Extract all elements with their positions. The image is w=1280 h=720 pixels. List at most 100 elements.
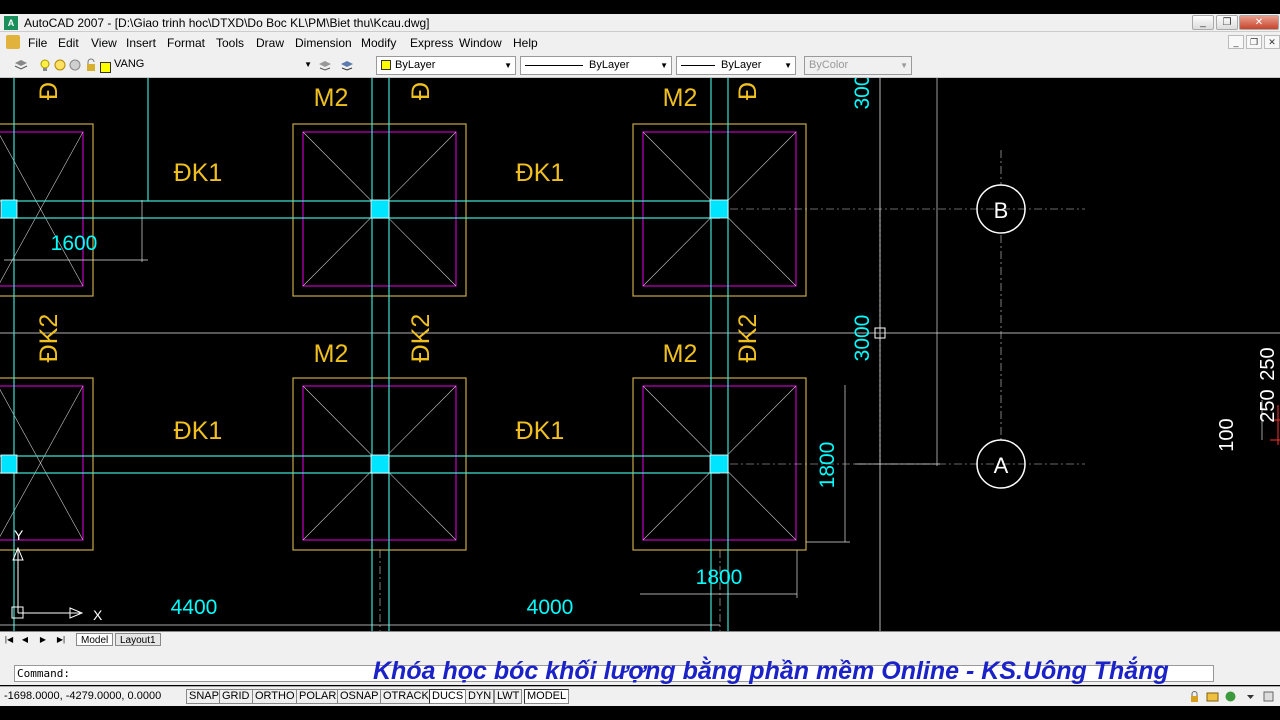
menu-help[interactable]: Help [513,36,538,50]
coordinate-readout: -1698.0000, -4279.0000, 0.0000 [4,690,162,702]
label-m2: M2 [314,340,349,368]
lineweight-value: ByLayer [721,59,762,71]
properties-toolbar: VANG ▼ ByLayer ▼ ByLayer ▼ ByLayer ▼ ByC… [0,53,1280,78]
label-dk2: ĐK2 [35,314,63,363]
menu-insert[interactable]: Insert [126,36,156,50]
layer-previous-icon[interactable] [340,58,354,72]
layer-viewport-icon[interactable] [68,58,82,72]
chevron-down-icon: ▼ [900,61,908,70]
layer-dropdown[interactable]: VANG ▼ [110,56,314,75]
label-d: Đ [35,82,63,100]
label-dk1: ĐK1 [516,159,565,187]
menu-view[interactable]: View [91,36,117,50]
linetype-dropdown[interactable]: ByLayer ▼ [520,56,672,75]
color-value: ByLayer [395,59,436,71]
menu-modify[interactable]: Modify [361,36,396,50]
toggle-otrack[interactable]: OTRACK [380,689,432,704]
label-dk2: ĐK2 [407,314,435,363]
chevron-down-icon: ▼ [784,61,792,70]
menu-bar: File Edit View Insert Format Tools Draw … [0,32,1280,53]
dim-4400: 4400 [171,596,218,619]
menu-format[interactable]: Format [167,36,205,50]
layer-manager-icon[interactable] [14,58,28,72]
layer-name: VANG [114,58,145,70]
toggle-grid[interactable]: GRID [219,689,253,704]
next-tab-button[interactable]: ▶ [38,634,48,645]
member-labels: M2 M2 M2 M2 ĐK1 ĐK1 ĐK1 ĐK1 ĐK2 ĐK2 ĐK2 … [35,82,762,445]
layout-tab-bar: |◀ ◀ ▶ ▶| Model Layout1 [0,631,1280,647]
tab-layout1[interactable]: Layout1 [115,633,161,646]
maximize-button[interactable]: ❐ [1216,15,1238,30]
label-dk1: ĐK1 [174,159,223,187]
linetype-value: ByLayer [589,59,630,71]
window-title: AutoCAD 2007 - [D:\Giao trinh hoc\DTXD\D… [24,16,430,30]
chevron-down-icon: ▼ [660,61,668,70]
dim-3000: 3000 [851,315,874,362]
autocad-logo-icon: A [4,16,18,30]
toggle-polar[interactable]: POLAR [296,689,340,704]
course-banner: Khóa học bóc khối lượng bằng phần mềm On… [373,657,1169,685]
plotstyle-value: ByColor [809,59,849,71]
lineweight-dropdown[interactable]: ByLayer ▼ [676,56,796,75]
clean-screen-icon[interactable] [1262,690,1275,703]
toggle-osnap[interactable]: OSNAP [337,689,382,704]
dimension-text-white: 250 250 100 [1216,347,1279,451]
toolbar-lock-icon[interactable] [1224,690,1237,703]
toggle-snap[interactable]: SNAP [186,689,222,704]
label-dk2: ĐK2 [734,314,762,363]
menu-file[interactable]: File [28,36,47,50]
label-m2: M2 [314,84,349,112]
menu-edit[interactable]: Edit [58,36,79,50]
toggle-ducs[interactable]: DUCS [429,689,467,704]
doc-minimize-button[interactable]: _ [1228,35,1244,49]
label-dk1: ĐK1 [174,417,223,445]
drawing-svg[interactable]: B A M2 M2 M2 M2 ĐK1 ĐK1 ĐK1 ĐK1 ĐK2 ĐK2 … [0,78,1280,631]
comm-center-icon[interactable] [1206,690,1219,703]
close-button[interactable]: ✕ [1239,15,1279,30]
top-letterbox [0,0,1280,14]
toggle-model[interactable]: MODEL [524,689,570,704]
ucs-y-label: Y [14,527,24,543]
chevron-down-icon: ▼ [504,61,512,70]
first-tab-button[interactable]: |◀ [4,634,14,645]
toggle-dyn[interactable]: DYN [465,689,495,704]
menu-window[interactable]: Window [459,36,502,50]
linetype-preview [525,64,583,66]
menu-draw[interactable]: Draw [256,36,284,50]
columns [0,199,729,474]
toggle-lwt[interactable]: LWT [494,689,523,704]
color-dropdown[interactable]: ByLayer ▼ [376,56,516,75]
bottom-letterbox [0,706,1280,720]
dim-4000: 4000 [527,596,574,619]
dim-1600: 1600 [51,232,98,255]
lock-icon[interactable] [1188,690,1201,703]
layer-on-icon[interactable] [38,58,52,72]
ucs-icon: X Y [11,527,103,623]
menu-dimension[interactable]: Dimension [295,36,352,50]
dim-250-b: 250 [1257,389,1279,422]
ucs-x-label: X [93,607,103,623]
layer-freeze-icon[interactable] [53,58,67,72]
dim-100: 100 [1216,418,1238,451]
label-dk1: ĐK1 [516,417,565,445]
tab-model[interactable]: Model [76,633,114,646]
label-d: Đ [734,82,762,100]
status-menu-arrow-icon[interactable] [1244,690,1257,703]
drawing-canvas[interactable]: B A M2 M2 M2 M2 ĐK1 ĐK1 ĐK1 ĐK1 ĐK2 ĐK2 … [0,78,1280,631]
document-icon[interactable] [6,35,20,49]
dim-300: 300 [851,78,874,110]
chevron-down-icon: ▼ [304,60,312,69]
doc-restore-button[interactable]: ❐ [1246,35,1262,49]
color-swatch [381,60,391,71]
make-current-layer-icon[interactable] [318,58,332,72]
grid-bubble-a: A [994,453,1009,478]
menu-express[interactable]: Express [410,36,453,50]
prev-tab-button[interactable]: ◀ [20,634,30,645]
layer-lock-icon[interactable] [84,58,98,72]
minimize-button[interactable]: _ [1192,15,1214,30]
menu-tools[interactable]: Tools [216,36,244,50]
label-m2: M2 [663,84,698,112]
doc-close-button[interactable]: ✕ [1264,35,1280,49]
last-tab-button[interactable]: ▶| [56,634,66,645]
toggle-ortho[interactable]: ORTHO [252,689,298,704]
